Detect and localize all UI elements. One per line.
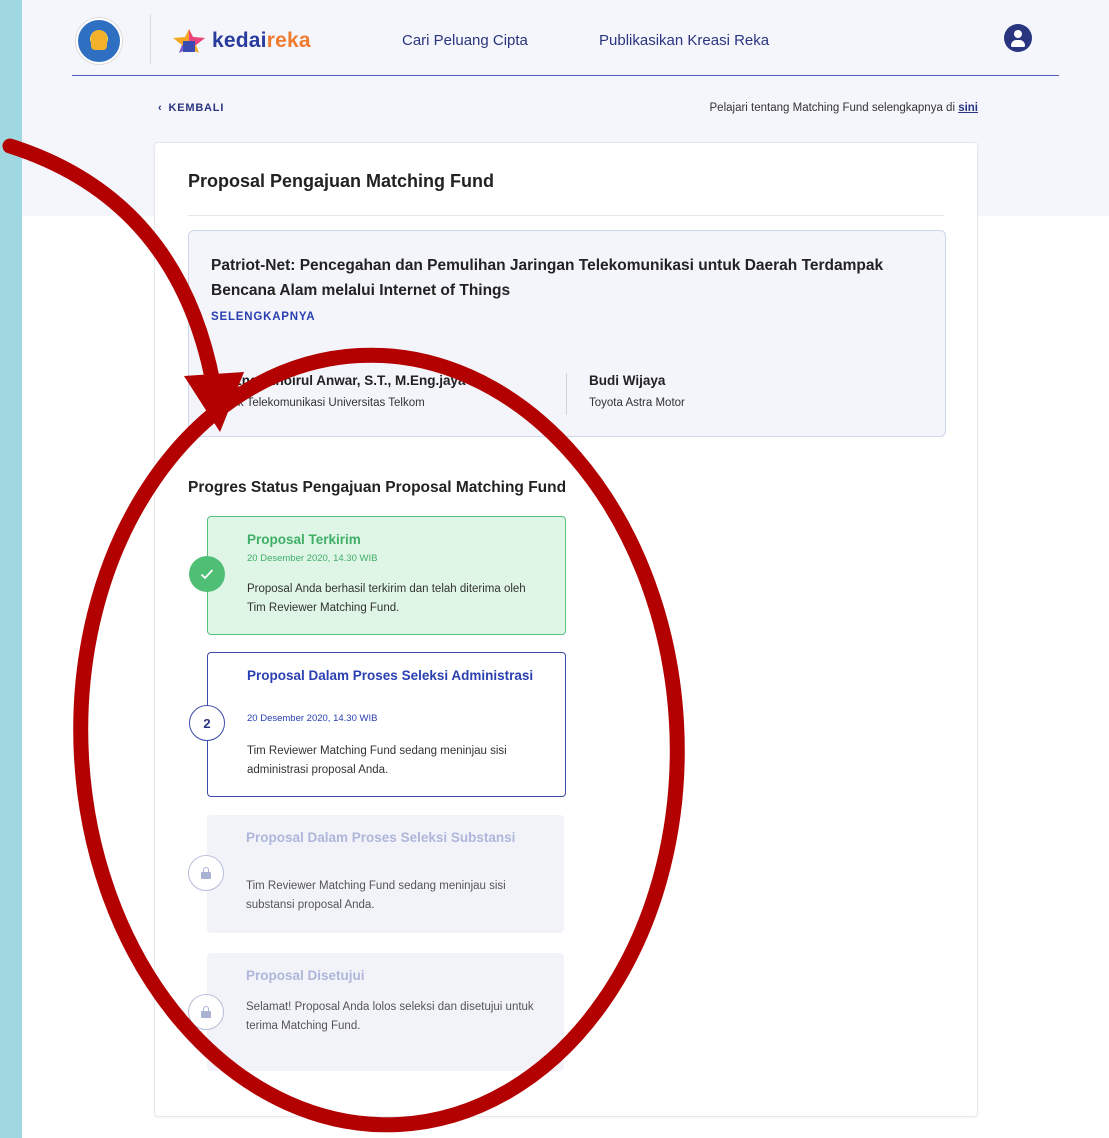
- project-summary: Patriot-Net: Pencegahan dan Pemulihan Ja…: [188, 230, 946, 437]
- nav-publikasikan-kreasi-reka[interactable]: Publikasikan Kreasi Reka: [599, 32, 769, 49]
- header: kedaireka Cari Peluang Cipta Publikasika…: [22, 0, 1109, 76]
- nav-cari-peluang-cipta[interactable]: Cari Peluang Cipta: [402, 32, 528, 49]
- step-proposal-disetujui: Proposal Disetujui Selamat! Proposal And…: [188, 953, 564, 1071]
- chevron-left-icon: ‹: [158, 102, 163, 114]
- project-title: Patriot-Net: Pencegahan dan Pemulihan Ja…: [211, 257, 884, 299]
- step-seleksi-substansi: Proposal Dalam Proses Seleksi Substansi …: [188, 815, 564, 933]
- partner-name: Budi Wijaya: [589, 373, 666, 388]
- person-divider: [566, 373, 567, 415]
- kedaireka-star-icon: [173, 29, 205, 53]
- back-label: KEMBALI: [168, 102, 225, 114]
- lock-icon: [188, 994, 224, 1030]
- step-description: Selamat! Proposal Anda lolos seleksi dan…: [246, 1001, 534, 1032]
- researcher-org: Teknik Telekomunikasi Universitas Telkom: [211, 397, 425, 409]
- step-title: Proposal Disetujui: [246, 968, 365, 983]
- brand-text-kedai: kedai: [212, 29, 267, 52]
- progress-title: Progres Status Pengajuan Proposal Matchi…: [188, 479, 567, 496]
- proposal-card: Proposal Pengajuan Matching Fund Patriot…: [154, 142, 978, 1117]
- step-date: 20 Desember 2020, 14.30 WIB: [247, 553, 378, 564]
- tut-wuri-handayani-logo-icon[interactable]: [76, 18, 122, 64]
- researcher-name: Dr. Eng. Khoirul Anwar, S.T., M.Eng.jaya: [211, 373, 466, 388]
- researcher-info: Dr. Eng. Khoirul Anwar, S.T., M.Eng.jaya…: [211, 373, 466, 409]
- learn-more-prefix: Pelajari tentang Matching Fund selengkap…: [709, 102, 959, 114]
- step-seleksi-administrasi: 2 Proposal Dalam Proses Seleksi Administ…: [189, 652, 566, 797]
- lock-icon: [188, 855, 224, 891]
- learn-more-link[interactable]: sini: [958, 102, 978, 114]
- step-title: Proposal Dalam Proses Seleksi Administra…: [247, 668, 534, 683]
- step-title: Proposal Terkirim: [247, 532, 361, 547]
- partner-info: Budi Wijaya Toyota Astra Motor: [589, 373, 685, 409]
- step-description: Tim Reviewer Matching Fund sedang meninj…: [247, 745, 507, 776]
- selengkapnya-link[interactable]: SELENGKAPNYA: [211, 311, 315, 323]
- step-description: Tim Reviewer Matching Fund sedang meninj…: [246, 880, 506, 911]
- header-divider: [72, 75, 1059, 76]
- step-proposal-terkirim: Proposal Terkirim 20 Desember 2020, 14.3…: [189, 516, 566, 635]
- page-title: Proposal Pengajuan Matching Fund: [188, 171, 495, 191]
- step-title: Proposal Dalam Proses Seleksi Substansi: [246, 830, 516, 845]
- logo-separator: [150, 14, 151, 64]
- step-date: 20 Desember 2020, 14.30 WIB: [247, 713, 378, 724]
- step-description: Proposal Anda berhasil terkirim dan tela…: [247, 583, 526, 614]
- brand-text-reka: reka: [266, 29, 311, 52]
- kedaireka-logo[interactable]: kedaireka: [172, 26, 311, 56]
- back-button[interactable]: ‹ KEMBALI: [158, 102, 224, 114]
- step-number-badge: 2: [189, 705, 225, 741]
- user-avatar-icon[interactable]: [1004, 24, 1032, 52]
- learn-more-text: Pelajari tentang Matching Fund selengkap…: [648, 102, 979, 114]
- card-divider: [188, 215, 944, 216]
- page: kedaireka Cari Peluang Cipta Publikasika…: [22, 0, 1109, 1138]
- check-icon: [189, 556, 225, 592]
- partner-org: Toyota Astra Motor: [589, 397, 685, 409]
